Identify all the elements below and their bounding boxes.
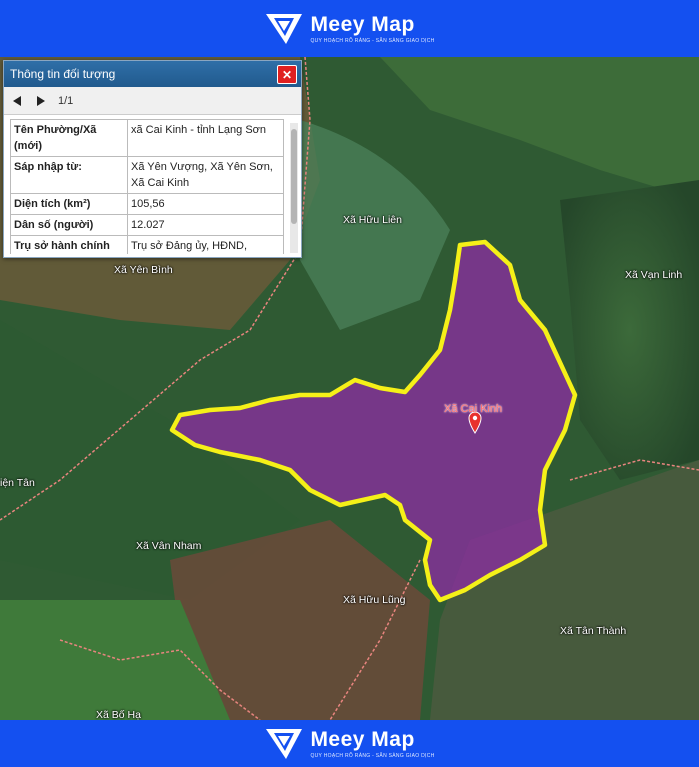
next-arrow-icon[interactable] (34, 94, 48, 108)
page-indicator: 1/1 (58, 94, 74, 107)
table-row: Sáp nhập từ: Xã Yên Vượng, Xã Yên Sơn, X… (10, 156, 284, 194)
brand-logo-bottom: Meey Map QUY HOẠCH RÕ RÀNG - SẴN SÀNG GI… (264, 727, 434, 761)
place-label-van-nham: Xã Vân Nham (136, 540, 202, 552)
place-label-huu-lien: Xã Hữu Liên (343, 214, 402, 226)
row-value: 105,56 (127, 193, 284, 215)
row-key: Dân số (người) (10, 214, 128, 236)
row-value: Xã Yên Vượng, Xã Yên Sơn, Xã Cai Kinh (127, 156, 284, 194)
place-label-bo-ha: Xã Bố Hạ (96, 709, 141, 720)
table-row: Diện tích (km²) 105,56 (10, 193, 284, 215)
brand-tagline: QUY HOẠCH RÕ RÀNG - SẴN SÀNG GIAO DỊCH (310, 37, 435, 44)
brand-name-bottom: Meey Map (310, 727, 415, 751)
panel-pager: 1/1 (4, 87, 301, 115)
top-banner: Meey Map QUY HOẠCH RÕ RÀNG - SẴN SÀNG GI… (0, 0, 699, 57)
meey-logo-icon (266, 13, 303, 44)
row-value: xã Cai Kinh - tỉnh Lạng Sơn (127, 119, 284, 157)
panel-title: Thông tin đối tượng (10, 67, 116, 81)
row-key: Sáp nhập từ: (10, 156, 128, 194)
object-info-panel[interactable]: Thông tin đối tượng ✕ 1/1 Tên Phường/Xã … (3, 60, 302, 258)
info-table-container[interactable]: Tên Phường/Xã (mới) xã Cai Kinh - tỉnh L… (10, 119, 284, 254)
scrollbar-thumb[interactable] (291, 129, 297, 224)
row-key: Diện tích (km²) (10, 193, 128, 215)
info-table: Tên Phường/Xã (mới) xã Cai Kinh - tỉnh L… (10, 119, 284, 254)
panel-scrollbar[interactable] (290, 123, 298, 253)
panel-header[interactable]: Thông tin đối tượng ✕ (4, 61, 301, 87)
table-row: Trụ sở hành chính (mới) Trụ sở Đảng ủy, … (10, 235, 284, 254)
row-value: 12.027 (127, 214, 284, 236)
meey-logo-icon (266, 728, 303, 759)
table-row: Tên Phường/Xã (mới) xã Cai Kinh - tỉnh L… (10, 119, 284, 157)
place-label-yen-binh: Xã Yên Bình (114, 264, 173, 276)
close-button[interactable]: ✕ (277, 65, 297, 84)
brand-tagline-bottom: QUY HOẠCH RÕ RÀNG - SẴN SÀNG GIAO DỊCH (310, 752, 435, 759)
table-row: Dân số (người) 12.027 (10, 214, 284, 236)
place-label-thien-tan: iện Tân (0, 477, 35, 489)
place-label-cai-kinh: Xã Cai Kinh (444, 403, 503, 415)
row-key: Trụ sở hành chính (mới) (10, 235, 128, 254)
brand-name: Meey Map (310, 12, 415, 36)
bottom-banner: Meey Map QUY HOẠCH RÕ RÀNG - SẴN SÀNG GI… (0, 720, 699, 767)
prev-arrow-icon[interactable] (10, 94, 24, 108)
row-key: Tên Phường/Xã (mới) (10, 119, 128, 157)
row-value: Trụ sở Đảng ủy, HĐND, UBND xã Cai Kinh (127, 235, 284, 254)
brand-logo: Meey Map QUY HOẠCH RÕ RÀNG - SẴN SÀNG GI… (264, 12, 434, 46)
place-label-tan-thanh: Xã Tân Thành (560, 625, 627, 637)
place-label-van-linh: Xã Vạn Linh (625, 269, 683, 281)
place-label-huu-lung: Xã Hữu Lũng (343, 594, 406, 606)
